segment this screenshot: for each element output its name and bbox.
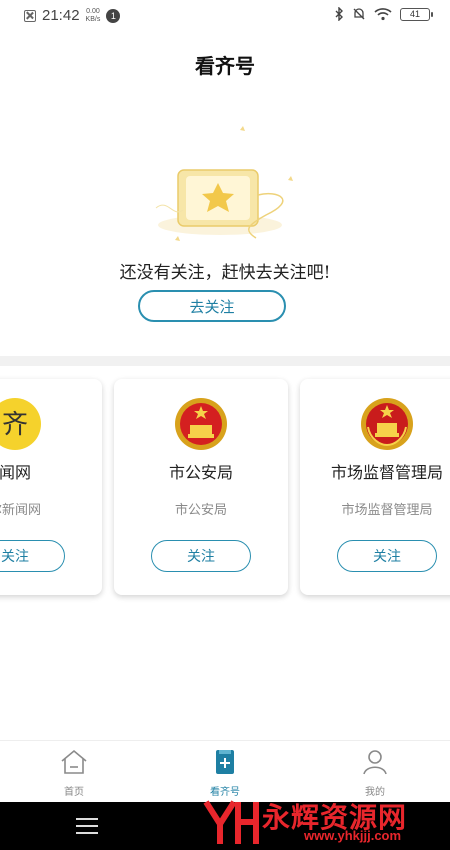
watermark: 永辉资源网 www.yhkjjj.com	[200, 794, 450, 850]
tab-mine[interactable]: 我的	[325, 747, 425, 801]
mute-bell-icon	[353, 8, 365, 20]
battery-indicator: 41	[400, 7, 433, 21]
notification-badge: 1	[106, 8, 121, 23]
speed-unit: KB/s	[85, 15, 101, 23]
bluetooth-icon	[335, 7, 343, 21]
network-speed: 0.00 KB/s	[86, 8, 101, 24]
bookmark-plus-icon	[216, 750, 234, 774]
user-icon	[363, 750, 387, 775]
account-description: 尔新闻网	[0, 503, 41, 518]
page-title: 看齐号	[195, 54, 255, 78]
account-card[interactable]: 市场监督管理局 市场监督管理局 关注	[300, 379, 450, 595]
menu-icon[interactable]	[76, 818, 98, 834]
empty-follow-illustration	[155, 126, 293, 241]
police-emblem-icon	[175, 398, 227, 450]
watermark-logo	[203, 800, 259, 844]
tab-kanqihao[interactable]: 看齐号	[175, 747, 275, 801]
account-name: 闻网	[0, 463, 31, 482]
qi-news-logo-icon: 齐	[0, 398, 41, 450]
account-name: 市公安局	[168, 463, 233, 482]
empty-state-message: 还没有关注，赶快去关注吧!	[119, 263, 331, 283]
account-description: 市公安局	[174, 503, 227, 518]
svg-text:齐: 齐	[2, 410, 28, 440]
account-name: 市场监督管理局	[330, 463, 443, 482]
recommended-accounts-carousel[interactable]: 齐 闻网 尔新闻网 关注 市公安局 市公安局 关注 市场监督管理局 市场监督管理…	[0, 366, 450, 626]
status-bar: 21:42 0.00 KB/s 1 41	[0, 0, 450, 32]
tab-label: 首页	[64, 787, 84, 798]
account-description: 市场监督管理局	[341, 503, 433, 518]
follow-button[interactable]: 关注	[337, 540, 437, 572]
account-card[interactable]: 市公安局 市公安局 关注	[114, 379, 288, 595]
go-follow-button[interactable]: 去关注	[138, 290, 286, 322]
national-emblem-icon	[361, 398, 413, 450]
follow-button[interactable]: 关注	[0, 540, 65, 572]
speed-value: 0.00	[86, 7, 100, 15]
follow-button[interactable]: 关注	[151, 540, 251, 572]
close-box-icon	[24, 9, 36, 22]
section-divider	[0, 356, 450, 366]
account-card[interactable]: 齐 闻网 尔新闻网 关注	[0, 379, 102, 595]
home-icon	[61, 749, 87, 774]
status-time: 21:42	[42, 7, 80, 24]
wifi-icon	[374, 8, 392, 21]
watermark-url: www.yhkjjj.com	[304, 828, 402, 843]
tab-home[interactable]: 首页	[24, 747, 124, 801]
